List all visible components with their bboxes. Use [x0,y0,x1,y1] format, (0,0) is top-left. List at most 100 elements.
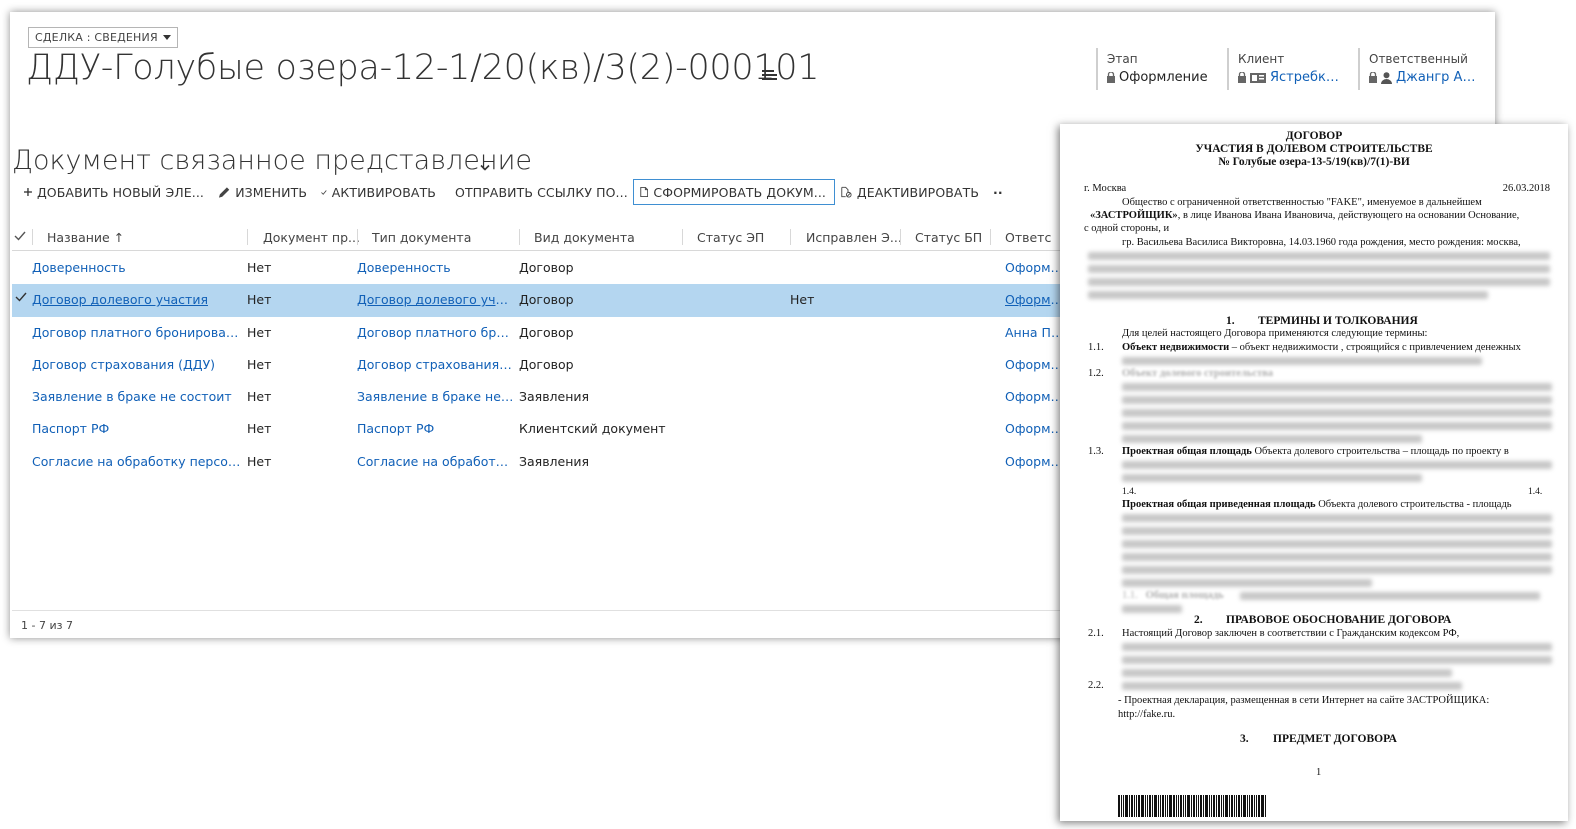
edit-button[interactable]: ИЗМЕНИТЬ [212,179,315,205]
row-owner-link[interactable]: Оформит [1005,454,1065,469]
document-block-icon [841,186,852,198]
table-row[interactable]: Доверенность Нет Доверенность Договор Оф… [12,252,1072,284]
row-kind: Договор [519,292,574,308]
chevron-down-icon [162,35,171,40]
table-row[interactable]: Договор страхования (ДДУ) Нет Договор ст… [12,349,1072,381]
column-separator [357,229,358,245]
row-kind: Договор [519,356,574,372]
column-header-owner[interactable]: Ответс [1005,230,1051,245]
send-link-button[interactable]: ОТПРАВИТЬ ССЫЛКУ ПО... [444,179,633,205]
column-header-fixed[interactable]: Исправлен Э... [806,230,902,245]
add-new-button[interactable]: ДОБАВИТЬ НОВЫЙ ЭЛЕ... [18,179,212,205]
activate-button[interactable]: АКТИВИРОВАТЬ [315,179,444,205]
deactivate-button[interactable]: ДЕАКТИВИРОВАТЬ [835,179,987,205]
row-doc-pr: Нет [247,324,272,340]
doc-clause-text: - Проектная декларация, размещенная в се… [1118,695,1490,706]
blurred-text [1122,461,1552,469]
row-type-link[interactable]: Договор страхования (Д... [357,357,515,372]
row-name-link[interactable]: Согласие на обработку персонал... [32,454,244,469]
form-selector[interactable]: СДЕЛКА : СВЕДЕНИЯ [28,27,178,48]
row-doc-pr: Нет [247,421,272,437]
blurred-text [1088,278,1550,286]
add-new-label: ДОБАВИТЬ НОВЫЙ ЭЛЕ... [36,184,204,200]
doc-title-line: ДОГОВОР [1285,130,1343,142]
select-all-checkmark-icon[interactable] [14,231,26,241]
column-header-name[interactable]: Название ↑ [47,230,124,245]
row-name-link[interactable]: Паспорт РФ [32,421,244,436]
document-preview: ДОГОВОР УЧАСТИЯ В ДОЛЕВОМ СТРОИТЕЛЬСТВЕ … [1060,124,1568,821]
column-header-doc-pr[interactable]: Документ пр... [263,230,360,245]
doc-clause: Объект недвижимости – объект недвижимост… [1122,342,1521,354]
blurred-text [1240,592,1540,600]
row-doc-pr: Нет [247,389,272,405]
chevron-down-icon[interactable] [480,157,490,176]
row-owner-link[interactable]: Оформит [1005,357,1065,372]
blurred-text [1122,682,1462,690]
owner-link[interactable]: Джангр А… [1396,70,1475,85]
column-header-bp-status[interactable]: Статус БП [915,230,982,245]
doc-title: ДОГОВОР УЧАСТИЯ В ДОЛЕВОМ СТРОИТЕЛЬСТВЕ … [1060,130,1568,169]
row-name-link[interactable]: Договор платного бронирования [32,325,244,340]
more-commands-button[interactable]: ·· [987,179,1021,205]
row-doc-pr: Нет [247,292,272,308]
blurred-text [1122,527,1552,535]
lock-icon [1238,72,1246,83]
doc-clause-number: 1.4. [1528,487,1543,497]
doc-paragraph-text: , в лице Иванова Ивана Ивановича, действ… [1177,210,1520,221]
row-name-link[interactable]: Заявление в браке не состоит [32,389,244,404]
row-owner-link[interactable]: Оформит [1005,421,1065,436]
row-kind: Заявления [519,389,590,405]
row-name-link[interactable]: Договор долевого участия [32,292,244,307]
doc-section-number: 3. [1240,733,1249,745]
row-type-link[interactable]: Заявление в браке не с... [357,389,515,404]
doc-clause-text: Настоящий Договор заключен в соответстви… [1122,628,1460,639]
row-owner-link[interactable]: Оформит [1005,260,1065,275]
column-separator [32,229,33,245]
row-type-link[interactable]: Согласие на обработку... [357,454,515,469]
row-owner-link[interactable]: Анна Пат [1005,325,1065,340]
table-row[interactable]: Договор долевого участия Нет Договор дол… [12,284,1072,317]
row-name-link[interactable]: Доверенность [32,260,244,275]
column-header-doc-type[interactable]: Тип документа [372,230,471,245]
column-separator [519,229,520,245]
column-separator [790,229,791,245]
blurred-text [1122,566,1552,574]
header-field-label: Клиент [1238,52,1285,66]
table-row[interactable]: Паспорт РФ Нет Паспорт РФ Клиентский док… [12,413,1072,445]
row-type-link[interactable]: Договор долевого участ... [357,292,515,307]
menu-icon[interactable] [762,67,778,86]
doc-clause-number: 2.1. [1088,628,1104,639]
row-type-link[interactable]: Паспорт РФ [357,421,515,436]
blurred-text [1122,409,1552,417]
row-selected-checkmark-icon[interactable] [15,292,27,302]
table-row[interactable]: Договор платного бронирования Нет Догово… [12,317,1072,349]
doc-clause: Проектная общая площадь Объекта долевого… [1122,446,1509,458]
blurred-text [1122,553,1552,561]
grid-header: Название ↑ Документ пр... Тип документа … [12,224,1072,251]
blurred-text [1122,383,1552,391]
row-name-link[interactable]: Договор страхования (ДДУ) [32,357,244,372]
client-link[interactable]: Ястребк… [1270,70,1339,85]
header-field-value: Оформление [1119,70,1208,85]
generate-document-button[interactable]: СФОРМИРОВАТЬ ДОКУМ... [633,179,835,205]
doc-section-title: ПРАВОВОЕ ОБОСНОВАНИЕ ДОГОВОРА [1226,614,1452,626]
column-header-ep-status[interactable]: Статус ЭП [697,230,764,245]
row-type-link[interactable]: Доверенность [357,260,515,275]
row-owner-link[interactable]: Оформит [1005,389,1065,404]
blurred-text [1088,291,1488,299]
doc-clause-text: Объекта долевого строительства – площадь… [1251,446,1509,457]
doc-section-title: ТЕРМИНЫ И ТОЛКОВАНИЯ [1258,315,1418,327]
row-type-link[interactable]: Договор платного брон... [357,325,515,340]
header-field-label: Ответственный [1369,52,1468,66]
column-header-doc-kind[interactable]: Вид документа [534,230,635,245]
table-row[interactable]: Заявление в браке не состоит Нет Заявлен… [12,381,1072,413]
table-row[interactable]: Согласие на обработку персонал... Нет Со… [12,446,1072,478]
row-doc-pr: Нет [247,356,272,372]
lock-icon [1369,72,1377,83]
row-owner-link[interactable]: Оформит [1005,292,1065,307]
deactivate-label: ДЕАКТИВИРОВАТЬ [856,184,979,200]
contact-card-icon [1250,73,1266,83]
activate-label: АКТИВИРОВАТЬ [331,184,436,200]
checkmark-icon [321,189,327,195]
row-doc-pr: Нет [247,453,272,469]
